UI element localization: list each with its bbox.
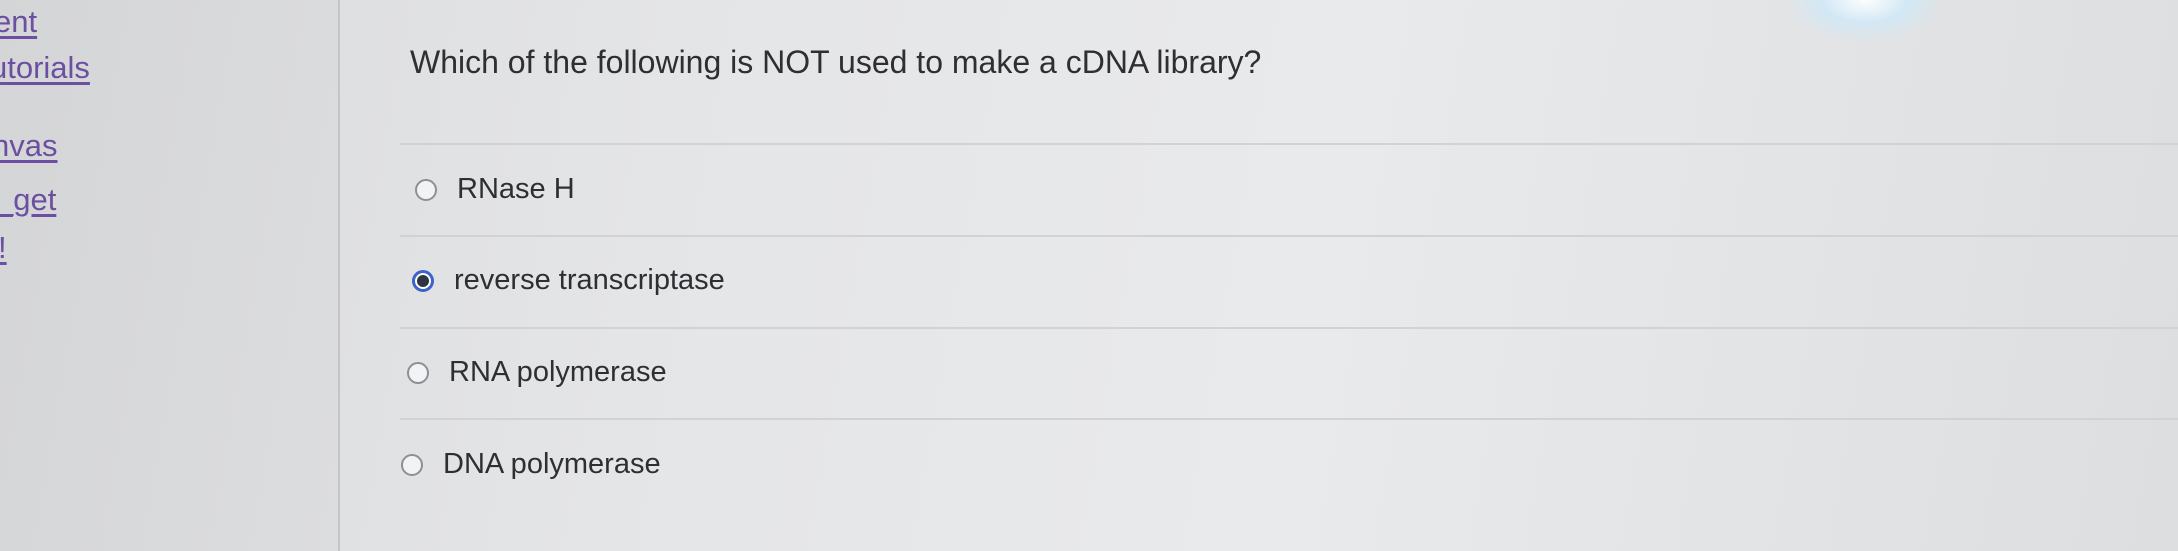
answer-label: DNA polymerase xyxy=(443,448,661,480)
radio-button-selected[interactable] xyxy=(412,269,434,292)
answer-label: RNase H xyxy=(457,173,575,205)
radio-button[interactable] xyxy=(407,361,429,384)
answer-option-reverse-transcriptase[interactable]: reverse transcriptase xyxy=(412,264,725,297)
course-sidebar: ent utorials nvas _get ! xyxy=(0,0,340,551)
answer-label: RNA polymerase xyxy=(449,356,667,388)
sidebar-link-get[interactable]: _get xyxy=(0,182,56,218)
answer-label: reverse transcriptase xyxy=(454,264,725,296)
answer-option-rnase-h[interactable]: RNase H xyxy=(415,173,575,206)
answer-divider xyxy=(400,327,2178,329)
answer-divider xyxy=(400,235,2178,237)
sidebar-link-tutorials[interactable]: utorials xyxy=(0,50,90,86)
answer-option-rna-polymerase[interactable]: RNA polymerase xyxy=(407,356,667,389)
answer-divider xyxy=(400,418,2178,420)
radio-button[interactable] xyxy=(415,178,437,201)
radio-button[interactable] xyxy=(401,453,423,476)
question-text: Which of the following is NOT used to ma… xyxy=(410,44,1262,80)
answer-divider xyxy=(400,143,2178,145)
sidebar-link-canvas[interactable]: nvas xyxy=(0,128,57,164)
answer-option-dna-polymerase[interactable]: DNA polymerase xyxy=(401,448,661,481)
sidebar-link-ent[interactable]: ent xyxy=(0,4,37,40)
quiz-question-panel: Which of the following is NOT used to ma… xyxy=(340,0,2178,551)
sidebar-link-partial[interactable]: ! xyxy=(0,230,7,266)
